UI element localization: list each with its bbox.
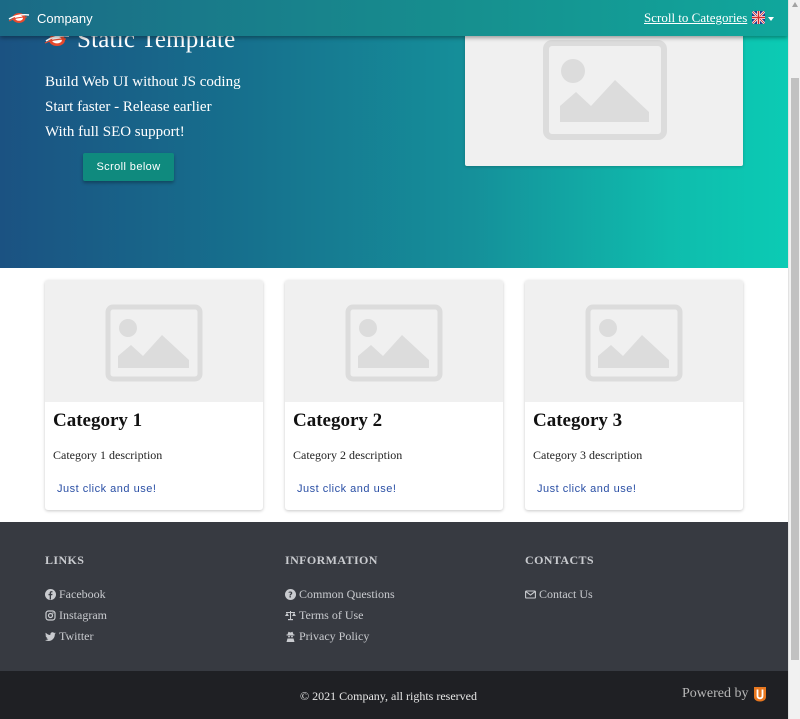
hero-taglines: Build Web UI without JS coding Start fas… bbox=[45, 72, 241, 147]
footer-link-terms-of-use[interactable]: Terms of Use bbox=[285, 605, 395, 626]
powered-by[interactable]: Powered by bbox=[682, 686, 767, 702]
category-description: Category 3 description bbox=[533, 448, 643, 462]
hero-image-placeholder bbox=[465, 34, 743, 166]
category-image-placeholder bbox=[525, 280, 743, 402]
image-placeholder-icon bbox=[105, 304, 203, 382]
footer-link-common-questions[interactable]: ? Common Questions bbox=[285, 584, 395, 605]
question-icon: ? bbox=[285, 589, 296, 600]
footer-link-label: Contact Us bbox=[539, 587, 593, 601]
facebook-icon bbox=[45, 589, 56, 600]
footer-heading: INFORMATION bbox=[285, 553, 378, 567]
powered-by-logo-icon bbox=[753, 687, 766, 702]
category-link[interactable]: Just click and use! bbox=[57, 483, 156, 495]
category-description: Category 2 description bbox=[293, 448, 403, 462]
footer-heading: CONTACTS bbox=[525, 553, 594, 567]
image-placeholder-icon bbox=[585, 304, 683, 382]
footer-contacts-column: CONTACTS Contact Us bbox=[525, 553, 594, 605]
category-description: Category 1 description bbox=[53, 448, 163, 462]
top-navbar: Company Scroll to Categories bbox=[0, 0, 788, 36]
category-card[interactable]: Category 3 Category 3 description Just c… bbox=[525, 280, 743, 510]
brand-name: Company bbox=[37, 10, 93, 26]
footer-link-contact-us[interactable]: Contact Us bbox=[525, 584, 594, 605]
balance-scale-icon bbox=[285, 610, 296, 621]
scroll-to-categories-link[interactable]: Scroll to Categories bbox=[644, 10, 747, 26]
page: Static Template Build Web UI without JS … bbox=[0, 0, 788, 719]
footer-link-label: Common Questions bbox=[299, 587, 395, 601]
footer-link-facebook[interactable]: Facebook bbox=[45, 584, 107, 605]
hero-section: Static Template Build Web UI without JS … bbox=[0, 0, 788, 268]
category-card[interactable]: Category 1 Category 1 description Just c… bbox=[45, 280, 263, 510]
envelope-icon bbox=[525, 589, 536, 600]
footer-link-privacy-policy[interactable]: Privacy Policy bbox=[285, 626, 395, 647]
hero-tagline: Build Web UI without JS coding bbox=[45, 74, 241, 90]
footer-links-column: LINKS Facebook Instagram Twitter bbox=[45, 553, 107, 647]
bottom-bar: © 2021 Company, all rights reserved Powe… bbox=[0, 671, 788, 719]
category-link[interactable]: Just click and use! bbox=[297, 483, 396, 495]
footer-link-label: Privacy Policy bbox=[299, 629, 370, 643]
footer-information-column: INFORMATION ? Common Questions Terms of … bbox=[285, 553, 395, 647]
category-link[interactable]: Just click and use! bbox=[537, 483, 636, 495]
powered-by-label: Powered by bbox=[682, 686, 749, 701]
footer-link-label: Twitter bbox=[59, 629, 94, 643]
vertical-scrollbar[interactable] bbox=[788, 0, 800, 719]
hero-tagline: Start faster - Release earlier bbox=[45, 99, 212, 115]
instagram-icon bbox=[45, 610, 56, 621]
footer-link-label: Facebook bbox=[59, 587, 106, 601]
footer-link-label: Terms of Use bbox=[299, 608, 364, 622]
scrollbar-thumb[interactable] bbox=[791, 78, 799, 660]
twitter-icon bbox=[45, 631, 56, 642]
image-placeholder-icon bbox=[345, 304, 443, 382]
categories-section: Category 1 Category 1 description Just c… bbox=[0, 280, 788, 510]
scroll-below-button[interactable]: Scroll below bbox=[83, 153, 174, 181]
category-card[interactable]: Category 2 Category 2 description Just c… bbox=[285, 280, 503, 510]
category-title: Category 3 bbox=[533, 410, 623, 431]
image-placeholder-icon bbox=[543, 40, 667, 140]
uk-flag-icon[interactable] bbox=[752, 11, 765, 24]
footer-link-twitter[interactable]: Twitter bbox=[45, 626, 107, 647]
category-image-placeholder bbox=[285, 280, 503, 402]
company-logo-icon bbox=[8, 13, 30, 23]
copyright-text: © 2021 Company, all rights reserved bbox=[300, 689, 477, 703]
footer: LINKS Facebook Instagram Twitter INFORMA… bbox=[0, 522, 788, 671]
hero-tagline: With full SEO support! bbox=[45, 124, 185, 140]
category-title: Category 1 bbox=[53, 410, 143, 431]
footer-link-label: Instagram bbox=[59, 608, 107, 622]
category-image-placeholder bbox=[45, 280, 263, 402]
chevron-down-icon[interactable] bbox=[768, 17, 774, 21]
user-secret-icon bbox=[285, 631, 296, 642]
brand[interactable]: Company bbox=[8, 0, 93, 36]
category-title: Category 2 bbox=[293, 410, 383, 431]
footer-link-instagram[interactable]: Instagram bbox=[45, 605, 107, 626]
footer-heading: LINKS bbox=[45, 553, 85, 567]
svg-text:?: ? bbox=[288, 590, 293, 599]
scroll-up-arrow-icon[interactable] bbox=[792, 2, 798, 7]
